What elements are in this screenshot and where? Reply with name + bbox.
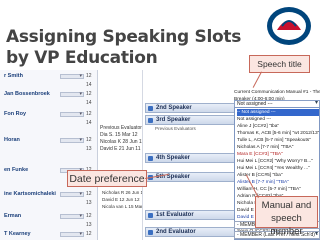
title-line-1: Assigning Speaking Slots: [6, 27, 242, 47]
list-item[interactable]: Fon Roy 12: [0, 110, 98, 119]
dropdown-option[interactable]: Nicholas A [7-7 min] "TBA": [237, 144, 319, 151]
list-item[interactable]: 14: [0, 119, 98, 128]
list-item[interactable]: 13: [0, 199, 98, 208]
list-item[interactable]: T Kearney 12: [0, 230, 98, 239]
list-item[interactable]: 14: [0, 81, 98, 90]
dropdown-icon[interactable]: [60, 110, 84, 119]
list-item[interactable]: ine Kartsomichaleki 12: [0, 190, 98, 199]
dropdown-option[interactable]: -- Not assigned ---: [237, 109, 319, 116]
list-item[interactable]: 14: [0, 99, 98, 108]
manual-callout-line1: Manual and: [261, 200, 312, 211]
list-item[interactable]: Jan Bossenbroek 12: [0, 90, 98, 99]
manual-callout-line2: speech number: [270, 213, 303, 237]
history-row: Nicolas K 28 Jun 11: [100, 139, 145, 145]
role-second-speaker[interactable]: 2nd Speaker: [145, 103, 239, 113]
list-item[interactable]: Horan 12: [0, 136, 98, 145]
role-fourth-speaker[interactable]: 4th Speaker: [145, 153, 239, 163]
role-fifth-speaker[interactable]: 5th Speaker: [145, 172, 239, 182]
date-row: David E 12 Jun 12: [102, 197, 140, 202]
dropdown-option[interactable]: Hui Mei L [CC#4] "Yes Wealthy ...": [237, 165, 319, 172]
member-list: r Smith 12 14 Jan Bossenbroek 12 14 Fon …: [0, 70, 98, 240]
dropdown-option[interactable]: Tulle L, ACB [5-7 min] "Speakouts": [237, 137, 319, 144]
dropdown-option[interactable]: Not assigned ---: [237, 116, 319, 123]
date-preference-callout: Date preference: [67, 170, 147, 187]
date-row: Nicola van L 15 Mar 12: [102, 204, 150, 209]
list-item[interactable]: 13: [0, 145, 98, 154]
dropdown-option[interactable]: Thomas K, ACB [5-6 min] "wt 2012/13": [237, 130, 319, 137]
title-line-2: by VP Education: [6, 48, 158, 68]
dropdown-icon[interactable]: [60, 212, 84, 221]
dropdown-icon[interactable]: [60, 136, 84, 145]
date-row: Nicholas R 26 Jun 12: [102, 190, 146, 195]
list-item[interactable]: Erman 12: [0, 212, 98, 221]
dropdown-icon[interactable]: [60, 90, 84, 99]
dropdown-option[interactable]: Alister B [CC#5] "tba": [237, 172, 319, 179]
history-row: Dia S. 15 Mar 12: [100, 132, 138, 138]
dropdown-icon[interactable]: [60, 72, 84, 81]
dropdown-option[interactable]: Mara E [CC#3] "TBA": [237, 151, 319, 158]
dropdown-option[interactable]: Hui Mei L [CC#2] "Why Worry? B...": [237, 158, 319, 165]
list-item[interactable]: r Smith 12: [0, 72, 98, 81]
role-subtitle: Previous Evaluators: [155, 126, 196, 131]
role-first-evaluator[interactable]: 1st Evaluator: [145, 210, 239, 220]
evaluator-history: Previous Evaluators Dia S. 15 Mar 12 Nic…: [98, 70, 150, 240]
roles-panel: 2nd Speaker 3rd Speaker Previous Evaluat…: [142, 70, 240, 240]
history-row: Previous Evaluators: [100, 125, 145, 131]
speech-title-callout: Speech title: [249, 55, 310, 73]
dropdown-icon[interactable]: [60, 190, 84, 199]
dropdown-option[interactable]: William H, CC [5-7 min] "TBA": [237, 186, 319, 193]
toastmasters-logo-icon: [264, 2, 314, 46]
history-row: David E 21 Jun 11: [100, 146, 141, 152]
list-item[interactable]: 13: [0, 221, 98, 230]
dropdown-icon[interactable]: [60, 230, 84, 239]
manual-speech-callout: Manual and speech number: [255, 196, 318, 237]
role-second-evaluator[interactable]: 2nd Evaluator: [145, 227, 239, 237]
role-third-speaker[interactable]: 3rd Speaker: [145, 115, 239, 125]
dropdown-option[interactable]: Aline J [CC#2] "tba": [237, 123, 319, 130]
